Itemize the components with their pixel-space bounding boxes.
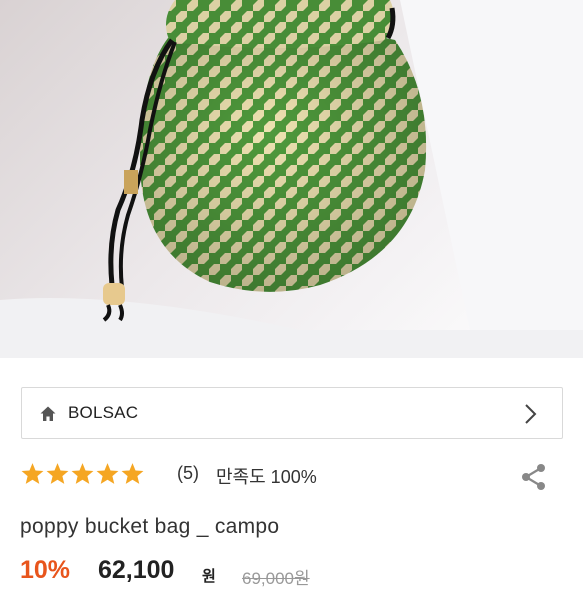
star-icon xyxy=(96,463,119,484)
star-rating xyxy=(20,461,145,487)
satisfaction-score: 만족도 100% xyxy=(216,467,317,487)
review-count[interactable]: (5) xyxy=(177,463,199,484)
product-image[interactable] xyxy=(0,0,583,358)
star-icon xyxy=(71,463,94,484)
brand-name: BOLSAC xyxy=(68,403,139,422)
sale-price: 62,100 xyxy=(98,556,175,584)
original-price: 69,000원 xyxy=(242,569,310,588)
price-row: 10% 62,100 원 69,000원 xyxy=(20,556,580,588)
star-icon xyxy=(46,463,69,484)
share-icon[interactable] xyxy=(520,462,548,492)
discount-rate: 10% xyxy=(20,556,71,584)
rating-row: (5) 만족도 100% xyxy=(20,460,565,490)
product-name: poppy bucket bag _ campo xyxy=(20,515,280,538)
brand-link[interactable]: BOLSAC xyxy=(21,387,563,439)
star-icon xyxy=(21,463,44,484)
star-icon xyxy=(121,463,144,484)
chevron-right-icon xyxy=(525,404,537,424)
bucket-bag-photo xyxy=(0,0,583,358)
home-icon xyxy=(40,406,56,421)
